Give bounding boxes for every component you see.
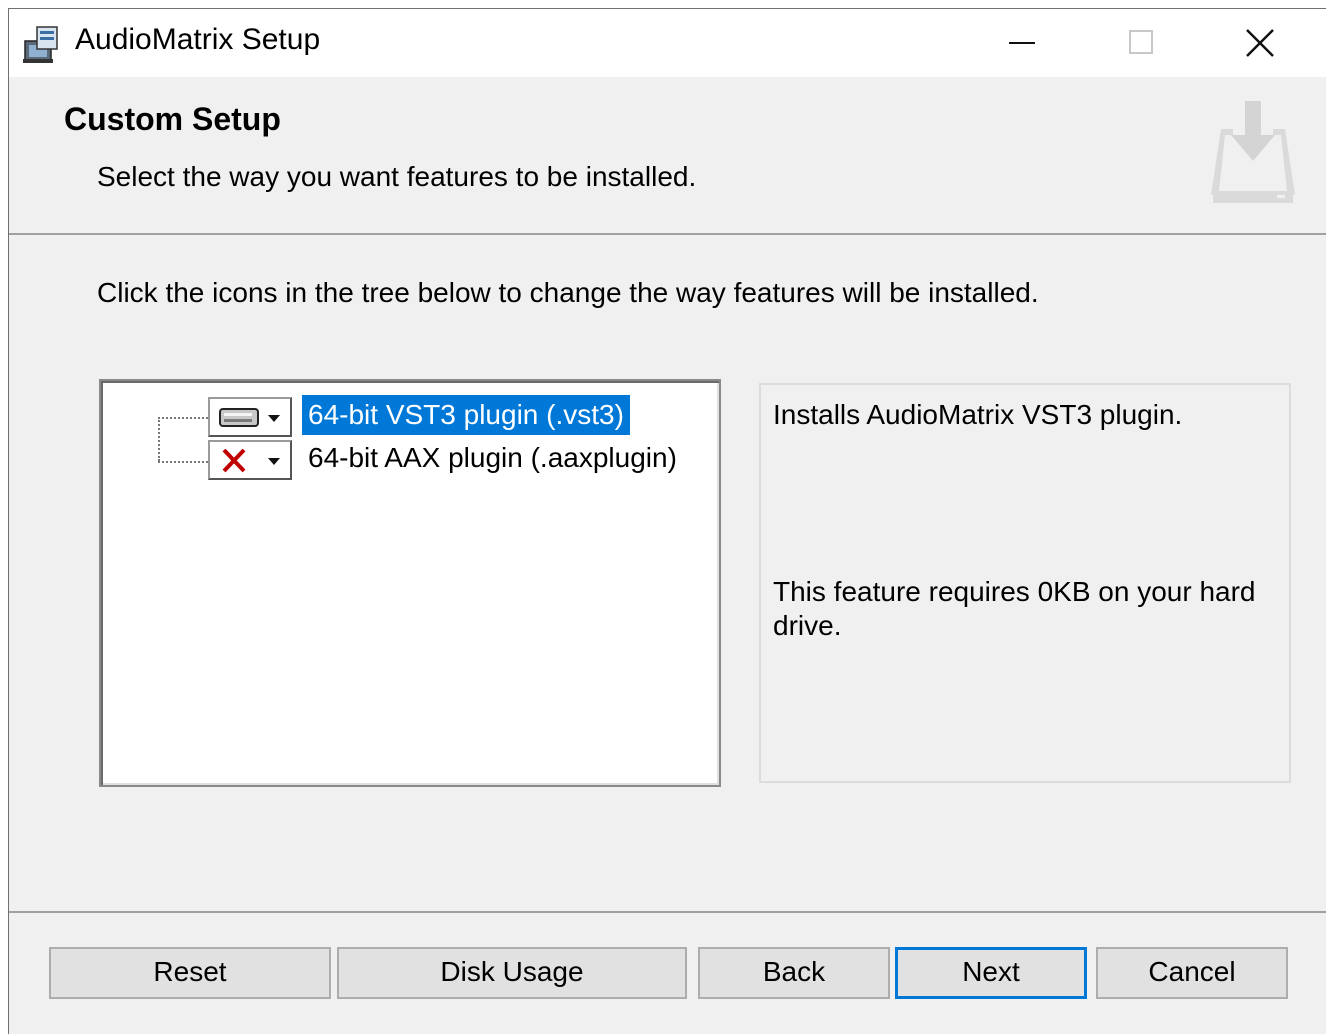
back-button[interactable]: Back bbox=[698, 947, 890, 999]
install-state-dropdown[interactable] bbox=[208, 397, 292, 437]
cancel-button[interactable]: Cancel bbox=[1096, 947, 1288, 999]
feature-description: Installs AudioMatrix VST3 plugin. bbox=[773, 399, 1183, 430]
tree-item-label[interactable]: 64-bit AAX plugin (.aaxplugin) bbox=[302, 438, 683, 478]
hard-drive-icon bbox=[218, 406, 262, 435]
download-drive-icon bbox=[1207, 95, 1299, 214]
minimize-icon[interactable] bbox=[962, 9, 1082, 77]
title-bar[interactable]: AudioMatrix Setup bbox=[9, 9, 1326, 77]
install-state-dropdown[interactable] bbox=[208, 440, 292, 480]
feature-description-panel: Installs AudioMatrix VST3 plugin. This f… bbox=[759, 383, 1291, 783]
tree-connector bbox=[158, 417, 208, 419]
window-title: AudioMatrix Setup bbox=[75, 23, 321, 56]
header-banner: Custom Setup Select the way you want fea… bbox=[9, 77, 1326, 235]
maximize-icon[interactable] bbox=[1082, 9, 1202, 77]
close-icon[interactable] bbox=[1202, 9, 1322, 77]
red-x-icon bbox=[218, 448, 262, 478]
next-button[interactable]: Next bbox=[895, 947, 1087, 999]
setup-window: AudioMatrix Setup Custom Setup Select th… bbox=[8, 8, 1326, 1034]
instruction-text: Click the icons in the tree below to cha… bbox=[97, 277, 1039, 308]
installer-icon bbox=[21, 23, 63, 65]
page-title: Custom Setup bbox=[64, 101, 281, 137]
chevron-down-icon bbox=[268, 415, 280, 422]
tree-item-label[interactable]: 64-bit VST3 plugin (.vst3) bbox=[302, 395, 630, 435]
reset-button[interactable]: Reset bbox=[49, 947, 331, 999]
page-subtitle: Select the way you want features to be i… bbox=[97, 161, 697, 192]
tree-connector bbox=[158, 461, 208, 463]
chevron-down-icon bbox=[268, 458, 280, 465]
disk-usage-button[interactable]: Disk Usage bbox=[337, 947, 687, 999]
footer-divider bbox=[9, 911, 1326, 913]
feature-tree[interactable]: 64-bit VST3 plugin (.vst3) 64-bit AAX pl… bbox=[99, 379, 721, 787]
tree-connector bbox=[158, 417, 160, 461]
feature-size-text: This feature requires 0KB on your hard d… bbox=[773, 576, 1256, 641]
